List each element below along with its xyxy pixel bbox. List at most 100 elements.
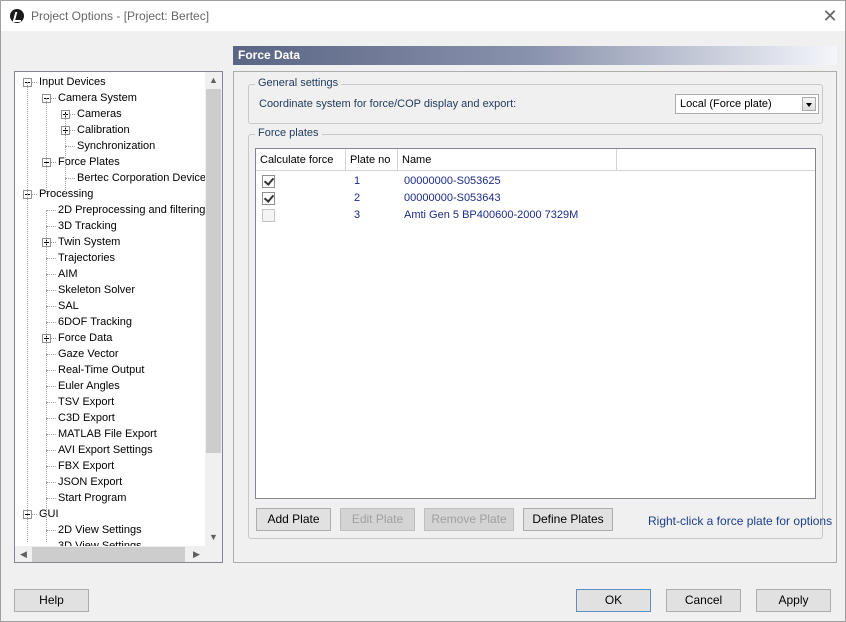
tree-item[interactable]: 6DOF Tracking	[56, 314, 134, 330]
tree-connector	[46, 418, 56, 419]
tree-vertical-scrollbar[interactable]: ▲ ▼	[205, 72, 222, 546]
tree-guide-line	[46, 210, 47, 542]
tree-item[interactable]: Cameras	[75, 106, 124, 122]
tree-connector	[46, 386, 56, 387]
scroll-up-icon[interactable]: ▲	[205, 72, 222, 89]
tree-item-label: Camera System	[58, 92, 137, 104]
tree-guide-line	[65, 114, 66, 194]
table-row[interactable]: 1 00000000-S053625	[256, 173, 815, 190]
tree-item[interactable]: SAL	[56, 298, 81, 314]
ok-button[interactable]: OK	[576, 589, 651, 612]
calculate-force-checkbox[interactable]	[262, 192, 275, 205]
tree-item-label: Synchronization	[77, 140, 156, 152]
tree-item[interactable]: TSV Export	[56, 394, 116, 410]
tree-item[interactable]: Camera System	[56, 90, 139, 106]
tree-item-label: Calibration	[77, 124, 130, 136]
tree-item[interactable]: GUI	[37, 506, 61, 522]
coord-system-value: Local (Force plate)	[680, 98, 772, 110]
tree-connector	[65, 146, 75, 147]
window-title: Project Options - [Project: Bertec]	[31, 9, 210, 23]
force-plates-title: Force plates	[255, 127, 322, 139]
column-header-calculate[interactable]: Calculate force	[256, 149, 346, 171]
tree-item[interactable]: AIM	[56, 266, 80, 282]
tree-item[interactable]: Calibration	[75, 122, 132, 138]
tree-item[interactable]: 3D Tracking	[56, 218, 119, 234]
tree-connector	[46, 354, 56, 355]
coord-system-select[interactable]: Local (Force plate)	[675, 94, 819, 114]
tree-item[interactable]: FBX Export	[56, 458, 116, 474]
tree-item-label: GUI	[39, 508, 59, 520]
tree-item[interactable]: Twin System	[56, 234, 122, 250]
column-header-empty	[617, 149, 815, 171]
tree-connector	[46, 370, 56, 371]
tree-item-label: Euler Angles	[58, 380, 120, 392]
tree-item-label: 6DOF Tracking	[58, 316, 132, 328]
tree-item-label: 3D Tracking	[58, 220, 117, 232]
tree-connector	[46, 498, 56, 499]
tree-connector	[46, 210, 56, 211]
coord-system-label: Coordinate system for force/COP display …	[259, 98, 517, 110]
calculate-force-checkbox[interactable]	[262, 175, 275, 188]
column-header-name[interactable]: Name	[398, 149, 617, 171]
scroll-left-icon[interactable]: ◀	[15, 546, 32, 562]
tree-item-label: SAL	[58, 300, 79, 312]
scrollbar-corner	[205, 546, 222, 562]
apply-button[interactable]: Apply	[756, 589, 831, 612]
table-row[interactable]: 3 Amti Gen 5 BP400600-2000 7329M	[256, 207, 815, 224]
tree-item-label: 2D Preprocessing and filtering	[58, 204, 206, 216]
tree-item[interactable]: Force Data	[56, 330, 114, 346]
tree-connector	[65, 178, 75, 179]
options-tree[interactable]: Input Devices Camera System Cameras Calibra…	[14, 71, 223, 563]
tree-item[interactable]: Trajectories	[56, 250, 117, 266]
tree-item[interactable]: MATLAB File Export	[56, 426, 159, 442]
tree-item-label: MATLAB File Export	[58, 428, 157, 440]
tree-item[interactable]: Skeleton Solver	[56, 282, 137, 298]
plate-name-cell: Amti Gen 5 BP400600-2000 7329M	[404, 209, 579, 221]
tree-horizontal-scrollbar[interactable]: ◀ ▶	[15, 546, 205, 562]
define-plates-button[interactable]: Define Plates	[523, 508, 613, 531]
tree-vscroll-thumb[interactable]	[206, 89, 221, 453]
right-click-hint: Right-click a force plate for options	[648, 514, 833, 528]
tree-item[interactable]: Real-Time Output	[56, 362, 146, 378]
plate-no-cell: 1	[354, 175, 361, 187]
help-button[interactable]: Help	[14, 589, 89, 612]
tree-item[interactable]: JSON Export	[56, 474, 124, 490]
tree-connector	[46, 258, 56, 259]
calculate-force-checkbox[interactable]	[262, 209, 275, 222]
tree-item[interactable]: Gaze Vector	[56, 346, 121, 362]
scroll-right-icon[interactable]: ▶	[188, 546, 205, 562]
tree-item-label: C3D Export	[58, 412, 115, 424]
tree-item-label: Real-Time Output	[58, 364, 145, 376]
plate-no-cell: 2	[354, 192, 361, 204]
project-options-dialog: Project Options - [Project: Bertec] ✕ In…	[0, 0, 846, 622]
tree-item[interactable]: Synchronization	[75, 138, 157, 154]
tree-connector	[46, 434, 56, 435]
tree-item[interactable]: AVI Export Settings	[56, 442, 155, 458]
tree-item[interactable]: Input Devices	[37, 74, 108, 90]
tree-connector	[46, 290, 56, 291]
tree-guide-line	[27, 194, 28, 542]
column-header-plate-no[interactable]: Plate no	[346, 149, 398, 171]
tree-item[interactable]: 2D View Settings	[56, 522, 144, 538]
panel-title: Force Data	[233, 46, 837, 65]
tree-item-label: Bertec Corporation Device	[77, 172, 207, 184]
tree-hscroll-thumb[interactable]	[32, 547, 185, 562]
close-icon[interactable]: ✕	[819, 5, 841, 27]
table-row[interactable]: 2 00000000-S053643	[256, 190, 815, 207]
tree-item[interactable]: Euler Angles	[56, 378, 122, 394]
tree-item-label: Twin System	[58, 236, 121, 248]
tree-item-label: Skeleton Solver	[58, 284, 136, 296]
chevron-down-icon[interactable]	[802, 97, 816, 111]
tree-item[interactable]: Start Program	[56, 490, 128, 506]
plate-name-cell: 00000000-S053625	[404, 175, 501, 187]
remove-plate-button[interactable]: Remove Plate	[424, 508, 514, 531]
tree-item[interactable]: 2D Preprocessing and filtering	[56, 202, 207, 218]
tree-connector	[46, 450, 56, 451]
add-plate-button[interactable]: Add Plate	[256, 508, 331, 531]
cancel-button[interactable]: Cancel	[666, 589, 741, 612]
tree-item-label: JSON Export	[58, 476, 123, 488]
edit-plate-button[interactable]: Edit Plate	[340, 508, 415, 531]
tree-item[interactable]: C3D Export	[56, 410, 117, 426]
scroll-down-icon[interactable]: ▼	[205, 529, 222, 546]
tree-item[interactable]: Bertec Corporation Device	[75, 170, 208, 186]
